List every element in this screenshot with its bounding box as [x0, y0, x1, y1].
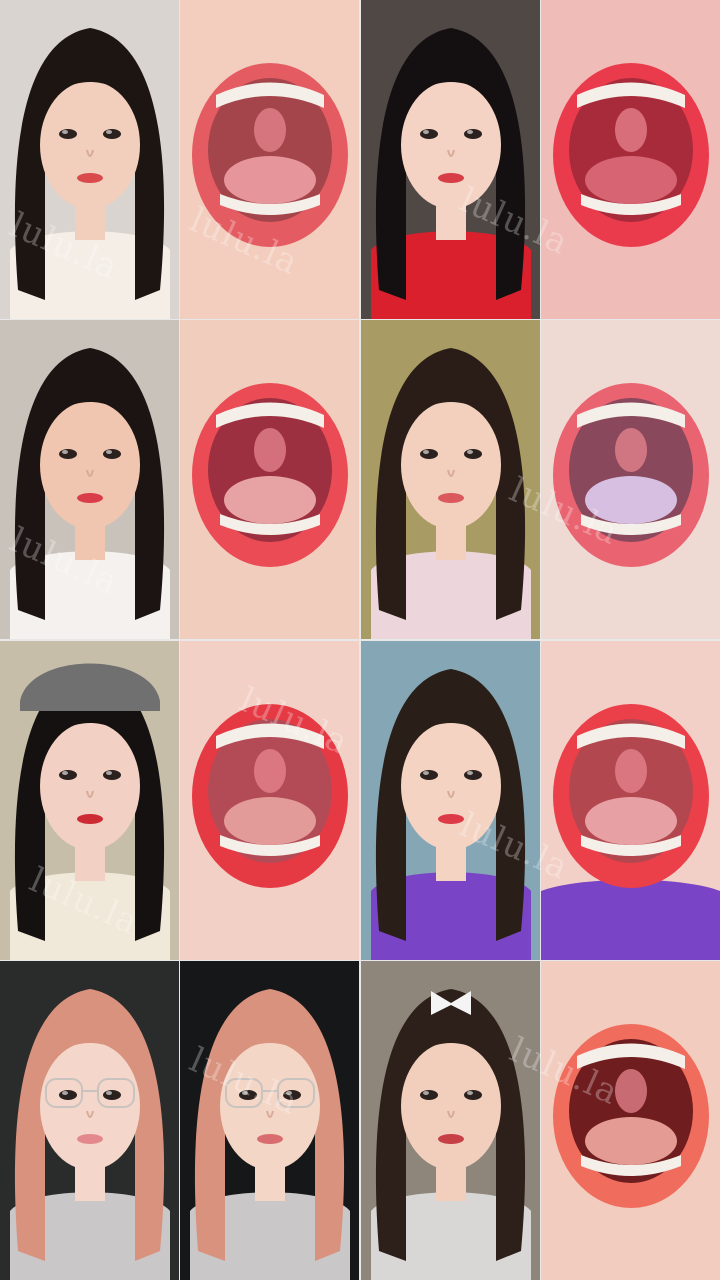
photo-illustration	[0, 0, 179, 319]
photo-illustration	[540, 640, 720, 960]
collage-photo-2	[180, 0, 360, 319]
photo-illustration	[180, 960, 360, 1280]
photo-collage-grid: lulu.la lulu.la lulu.la lulu.la lulu.la lulu.…	[0, 0, 720, 1280]
collage-photo-8	[540, 320, 720, 640]
collage-photo-9	[0, 640, 179, 960]
photo-illustration	[360, 0, 540, 319]
collage-photo-3	[360, 0, 540, 319]
photo-illustration	[180, 640, 360, 960]
photo-illustration	[360, 960, 540, 1280]
photo-illustration	[0, 960, 179, 1280]
photo-illustration	[0, 640, 179, 960]
collage-photo-4	[540, 0, 720, 319]
collage-photo-13	[0, 960, 179, 1280]
collage-photo-14	[180, 960, 360, 1280]
photo-illustration	[540, 960, 720, 1280]
collage-photo-12	[540, 640, 720, 960]
photo-illustration	[360, 640, 540, 960]
collage-photo-6	[180, 320, 360, 640]
photo-illustration	[360, 320, 540, 640]
collage-photo-1	[0, 0, 179, 319]
photo-illustration	[0, 320, 179, 640]
collage-photo-11	[360, 640, 540, 960]
collage-photo-16	[540, 960, 720, 1280]
photo-illustration	[540, 0, 720, 319]
photo-illustration	[180, 320, 360, 640]
photo-illustration	[180, 0, 360, 319]
collage-photo-7	[360, 320, 540, 640]
collage-photo-5	[0, 320, 179, 640]
photo-illustration	[540, 320, 720, 640]
collage-photo-15	[360, 960, 540, 1280]
collage-photo-10	[180, 640, 360, 960]
